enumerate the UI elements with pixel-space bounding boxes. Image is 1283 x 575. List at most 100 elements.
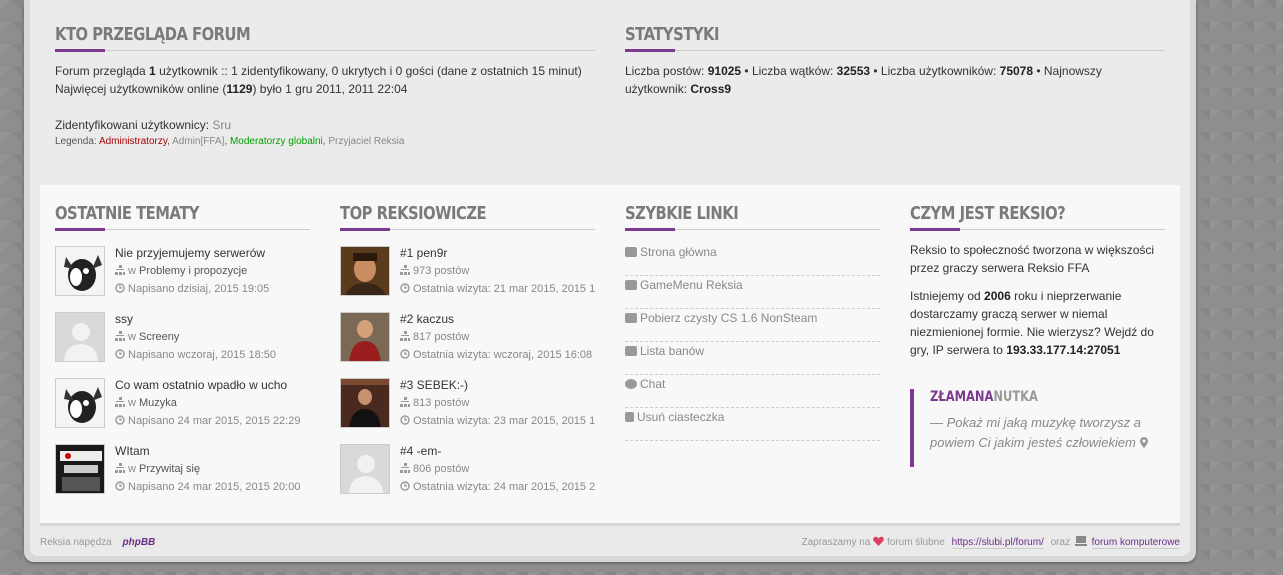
online-summary: Forum przegląda 1 użytkownik :: 1 zident… <box>55 62 595 80</box>
avatar[interactable] <box>55 444 105 494</box>
clock-icon <box>115 349 125 359</box>
recent-topic-item[interactable]: ssy w Screeny Napisano wczoraj, 2015 18:… <box>55 312 310 366</box>
computer-icon <box>1074 536 1087 546</box>
record-text: ) było 1 gru 2011, 2011 22:04 <box>252 82 408 96</box>
legend-mods-link[interactable]: Moderatorzy globalni <box>230 136 323 147</box>
quote-title-a: ZŁAMANA <box>930 389 994 405</box>
topic-date: Napisano dzisiaj, 2015 19:05 <box>115 283 310 295</box>
stats-label: Liczba postów: <box>625 64 708 78</box>
recent-topic-item[interactable]: Nie przyjemujemy serwerów w Problemy i p… <box>55 246 310 300</box>
recent-topic-item[interactable]: Co wam ostatnio wpadło w ucho w Muzyka N… <box>55 378 310 432</box>
sitemap-icon <box>400 463 410 473</box>
recent-topics-title: OSTATNIE TEMATY <box>55 203 200 224</box>
stats-label: • Liczba wątków: <box>741 64 837 78</box>
topic-date: Napisano wczoraj, 2015 18:50 <box>115 349 310 361</box>
posts-text: 813 postów <box>413 397 470 409</box>
record-text: Najwięcej użytkowników online ( <box>55 82 227 96</box>
avatar[interactable] <box>55 246 105 296</box>
visit-text: Ostatnia wizyta: 24 mar 2015, 2015 2 <box>413 481 595 493</box>
posts-text: 806 postów <box>413 463 470 475</box>
sitemap-icon <box>400 331 410 341</box>
avatar[interactable] <box>55 378 105 428</box>
server-ip: 193.33.177.14:27051 <box>1006 343 1121 357</box>
legend-admins-link[interactable]: Administratorzy <box>99 136 167 147</box>
wedding-forum-link[interactable]: https://slubi.pl/forum/ <box>951 537 1044 549</box>
visit-text: Ostatnia wizyta: 23 mar 2015, 2015 1 <box>413 415 595 427</box>
forum-link[interactable]: Screeny <box>139 331 179 343</box>
top-user-link[interactable]: #1 pen9r <box>400 246 447 260</box>
founded-year: 2006 <box>984 289 1011 303</box>
legend-friends-link[interactable]: Przyjaciel Reksia <box>328 136 404 147</box>
top-section: KTO PRZEGLĄDA FORUM Forum przegląda 1 uż… <box>40 0 1180 185</box>
record-online: Najwięcej użytkowników online (1129) był… <box>55 80 595 98</box>
forum-link[interactable]: Przywitaj się <box>139 463 200 475</box>
section-divider <box>910 228 1165 231</box>
page-wrapper: KTO PRZEGLĄDA FORUM Forum przegląda 1 uż… <box>30 0 1190 556</box>
posts-text: 817 postów <box>413 331 470 343</box>
quick-link-label: Chat <box>640 377 666 391</box>
quick-links-title: SZYBKIE LINKI <box>625 203 739 224</box>
quick-link-label: Usuń ciasteczka <box>637 410 725 424</box>
topic-title-link[interactable]: Co wam ostatnio wpadło w ucho <box>115 378 287 392</box>
who-online-title: KTO PRZEGLĄDA FORUM <box>55 24 251 45</box>
online-text: użytkownik :: 1 zidentyfikowany, 0 ukryt… <box>155 64 582 78</box>
section-divider <box>340 228 595 231</box>
quick-link-bans[interactable]: Lista banów <box>625 342 880 375</box>
section-divider <box>55 228 310 231</box>
chat-icon <box>625 379 637 389</box>
avatar[interactable] <box>340 312 390 362</box>
identified-user-link[interactable]: Sru <box>212 118 231 132</box>
topic-title-link[interactable]: Nie przyjemujemy serwerów <box>115 246 265 260</box>
topic-title-link[interactable]: ssy <box>115 312 133 326</box>
avatar[interactable] <box>340 378 390 428</box>
visit-text: Ostatnia wizyta: 21 mar 2015, 2015 1 <box>413 283 595 295</box>
top-user-item[interactable]: #4 -em- 806 postów Ostatnia wizyta: 24 m… <box>340 444 595 498</box>
computer-forum-link[interactable]: forum komputerowe <box>1091 537 1180 549</box>
phpbb-logo[interactable]: phpBB <box>118 536 160 549</box>
user-posts: 817 postów <box>400 331 469 343</box>
newest-user-link[interactable]: Cross9 <box>690 82 731 96</box>
clock-icon <box>115 415 125 425</box>
quote-body: — Pokaż mi jaką muzykę tworzysz a powiem… <box>930 415 1141 450</box>
legend-label: Legenda: <box>55 136 99 147</box>
topic-date: Napisano 24 mar 2015, 2015 22:29 <box>115 415 310 427</box>
topic-title-link[interactable]: WItam <box>115 444 150 458</box>
forum-link[interactable]: Problemy i propozycje <box>139 265 247 277</box>
user-posts: 973 postów <box>400 265 469 277</box>
sitemap-icon <box>115 331 125 341</box>
identified-label: Zidentyfikowani użytkownicy: <box>55 118 213 132</box>
image-icon <box>625 280 637 290</box>
top-user-link[interactable]: #3 SEBEK:-) <box>400 378 468 392</box>
home-icon <box>625 247 637 257</box>
user-visit: Ostatnia wizyta: 21 mar 2015, 2015 1 <box>400 283 595 295</box>
quick-link-delete-cookies[interactable]: Usuń ciasteczka <box>625 408 880 441</box>
in-label: w <box>128 265 139 277</box>
avatar[interactable] <box>55 312 105 362</box>
recent-topics-block: OSTATNIE TEMATY Nie przyjemujemy serweró… <box>55 203 310 503</box>
avatar[interactable] <box>340 246 390 296</box>
avatar[interactable] <box>340 444 390 494</box>
quick-link-home[interactable]: Strona główna <box>625 243 880 276</box>
quick-link-download-cs[interactable]: Pobierz czysty CS 1.6 NonSteam <box>625 309 880 342</box>
quote-title-b: NUTKA <box>993 389 1038 405</box>
powered-label: Reksia napędza <box>40 537 112 548</box>
bottom-section: OSTATNIE TEMATY Nie przyjemujemy serweró… <box>40 185 1180 523</box>
section-divider <box>55 49 595 52</box>
posts-count: 91025 <box>707 64 742 78</box>
legend-adminffa-link[interactable]: Admin[FFA] <box>172 136 224 147</box>
quick-link-chat[interactable]: Chat <box>625 375 880 408</box>
top-user-link[interactable]: #2 kaczus <box>400 312 454 326</box>
powered-by: Reksia napędza phpBB <box>40 536 160 549</box>
quote-box: ZŁAMANANUTKA — Pokaż mi jaką muzykę twor… <box>910 389 1150 467</box>
quote-title: ZŁAMANANUTKA <box>930 389 1110 405</box>
recent-topic-item[interactable]: WItam w Przywitaj się Napisano 24 mar 20… <box>55 444 310 498</box>
topic-forum: w Problemy i propozycje <box>115 265 247 277</box>
top-user-item[interactable]: #1 pen9r 973 postów Ostatnia wizyta: 21 … <box>340 246 595 300</box>
in-label: w <box>128 331 139 343</box>
forum-link[interactable]: Muzyka <box>139 397 177 409</box>
top-user-item[interactable]: #3 SEBEK:-) 813 postów Ostatnia wizyta: … <box>340 378 595 432</box>
about-text: Istniejemy od <box>910 289 985 303</box>
quick-link-gamemenu[interactable]: GameMenu Reksia <box>625 276 880 309</box>
top-user-item[interactable]: #2 kaczus 817 postów Ostatnia wizyta: wc… <box>340 312 595 366</box>
top-user-link[interactable]: #4 -em- <box>400 444 441 458</box>
